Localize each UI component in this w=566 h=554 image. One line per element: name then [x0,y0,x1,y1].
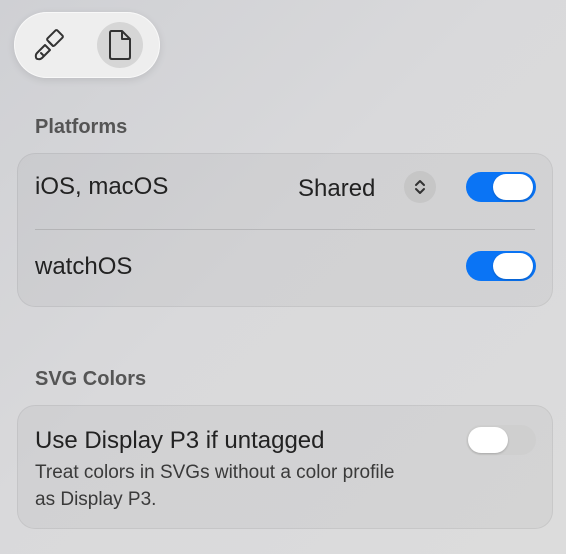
platforms-section-title: Platforms [35,116,128,138]
display-p3-toggle[interactable] [466,425,536,455]
platform-row-label: iOS, macOS [35,173,169,200]
svg-colors-card: Use Display P3 if untagged Treat colors … [17,405,553,529]
ios-macos-toggle[interactable] [466,172,536,202]
svg-colors-section-title: SVG Colors [35,368,147,390]
toggle-knob [493,174,533,200]
platform-row-label: watchOS [35,253,133,280]
file-button[interactable] [97,22,143,68]
inspector-toolbar [14,12,160,78]
paintbrush-button[interactable] [27,22,73,68]
display-p3-description: Treat colors in SVGs without a color pro… [35,462,395,510]
toggle-knob [468,427,508,453]
watchos-toggle[interactable] [466,251,536,281]
platform-select-stepper[interactable] [404,171,436,203]
platforms-card: iOS, macOS Shared watchOS [17,153,553,307]
display-p3-option-label: Use Display P3 if untagged [35,427,325,454]
document-icon [109,30,131,60]
chevron-up-down-icon [415,180,425,194]
row-divider [35,229,535,230]
paintbrush-icon [34,29,64,61]
toggle-knob [493,253,533,279]
platform-select-value[interactable]: Shared [298,175,375,203]
